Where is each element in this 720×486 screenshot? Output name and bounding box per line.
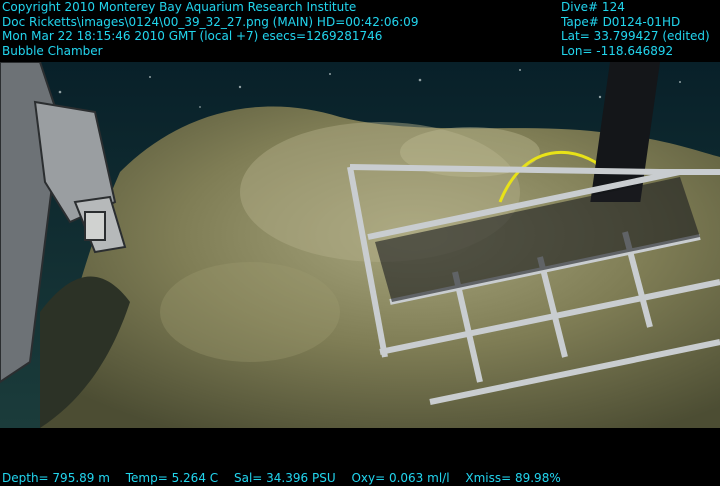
latitude-text: Lat= 33.799427 (edited) [561, 29, 710, 43]
image-path-text: Doc Ricketts\images\0124\00_39_32_27.png… [2, 14, 419, 29]
copyright-text: Copyright 2010 Monterey Bay Aquarium Res… [2, 0, 357, 14]
transmissometer-readout: Xmiss= 89.98% [465, 471, 561, 485]
dive-number-text: Dive# 124 [561, 0, 625, 14]
salinity-readout: Sal= 34.396 PSU [233, 471, 336, 485]
timestamp-text: Mon Mar 22 18:15:46 2010 GMT (local +7) … [2, 29, 383, 43]
subject-text: Bubble Chamber [2, 43, 103, 58]
tape-number-text: Tape# D0124-01HD [561, 14, 681, 29]
longitude-text: Lon= -118.646892 [561, 43, 674, 58]
temperature-readout: Temp= 5.264 C [125, 471, 219, 485]
video-frame [0, 0, 720, 486]
sensor-readout-bar: Depth= 795.89 m Temp= 5.264 C Sal= 34.39… [2, 471, 573, 486]
overlay-top-left: Copyright 2010 Monterey Bay Aquarium Res… [2, 0, 418, 58]
overlay-top-right: Dive# 124 Tape# D0124-01HD Lat= 33.79942… [561, 0, 710, 58]
seafloor-scene [0, 62, 720, 428]
oxygen-readout: Oxy= 0.063 ml/l [351, 471, 450, 485]
depth-readout: Depth= 795.89 m [2, 471, 110, 485]
